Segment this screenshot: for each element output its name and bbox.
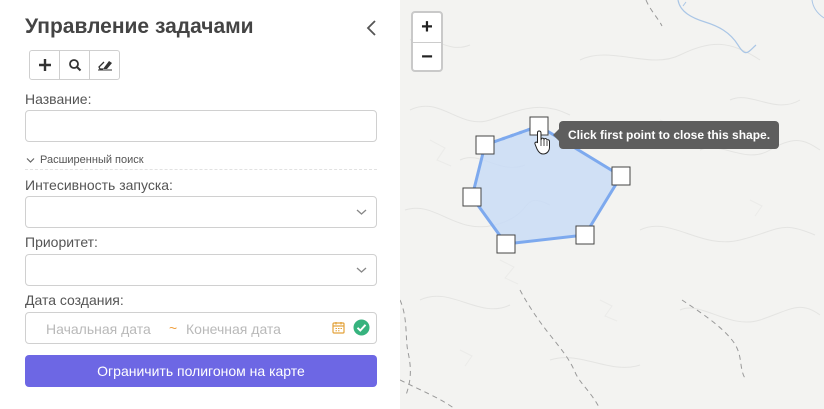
intensity-select[interactable] <box>25 196 377 228</box>
vertex-handle[interactable] <box>575 225 595 245</box>
chevron-down-icon <box>356 267 367 273</box>
plus-icon <box>38 59 51 71</box>
zoom-out-button[interactable]: − <box>413 42 441 70</box>
intensity-label: Интесивность запуска: <box>25 177 173 193</box>
priority-select[interactable] <box>25 254 377 286</box>
collapse-panel-button[interactable] <box>362 16 382 40</box>
end-date-input[interactable]: Конечная дата <box>186 321 281 337</box>
date-range-separator: ~ <box>169 320 178 336</box>
vertex-handle[interactable] <box>475 135 495 155</box>
search-button[interactable] <box>59 50 90 80</box>
advanced-search-label: Расширенный поиск <box>40 154 144 166</box>
page-title: Управление задачами <box>25 15 254 38</box>
vertex-handle[interactable] <box>462 187 482 207</box>
date-range-picker: Начальная дата ~ Конечная дата <box>25 312 377 344</box>
map-view[interactable]: + − Click first point to close this shap… <box>400 0 824 409</box>
chevron-left-icon <box>366 20 376 36</box>
chevron-down-icon <box>26 158 35 163</box>
priority-label: Приоритет: <box>25 234 98 250</box>
add-button[interactable] <box>29 50 60 80</box>
draw-tooltip: Click first point to close this shape. <box>552 121 780 149</box>
start-date-input[interactable]: Начальная дата <box>46 321 151 337</box>
chevron-down-icon <box>356 209 367 215</box>
created-date-label: Дата создания: <box>25 292 124 308</box>
check-circle-icon <box>353 319 370 336</box>
advanced-search-toggle[interactable]: Расширенный поиск <box>25 153 377 170</box>
zoom-control: + − <box>411 11 443 72</box>
eraser-icon <box>97 61 112 71</box>
vertex-handle[interactable] <box>496 234 516 254</box>
search-icon <box>68 59 81 72</box>
calendar-icon[interactable] <box>332 321 345 334</box>
zoom-in-button[interactable]: + <box>413 13 441 42</box>
toolbar <box>29 50 120 80</box>
vertex-handle[interactable] <box>611 166 631 186</box>
terrain-layer <box>400 0 824 409</box>
name-label: Название: <box>25 91 92 107</box>
name-input[interactable] <box>25 110 377 142</box>
clear-button[interactable] <box>89 50 120 80</box>
limit-by-polygon-button[interactable]: Ограничить полигоном на карте <box>25 355 377 387</box>
task-panel: Управление задачами Название: Расширенны… <box>0 0 400 409</box>
